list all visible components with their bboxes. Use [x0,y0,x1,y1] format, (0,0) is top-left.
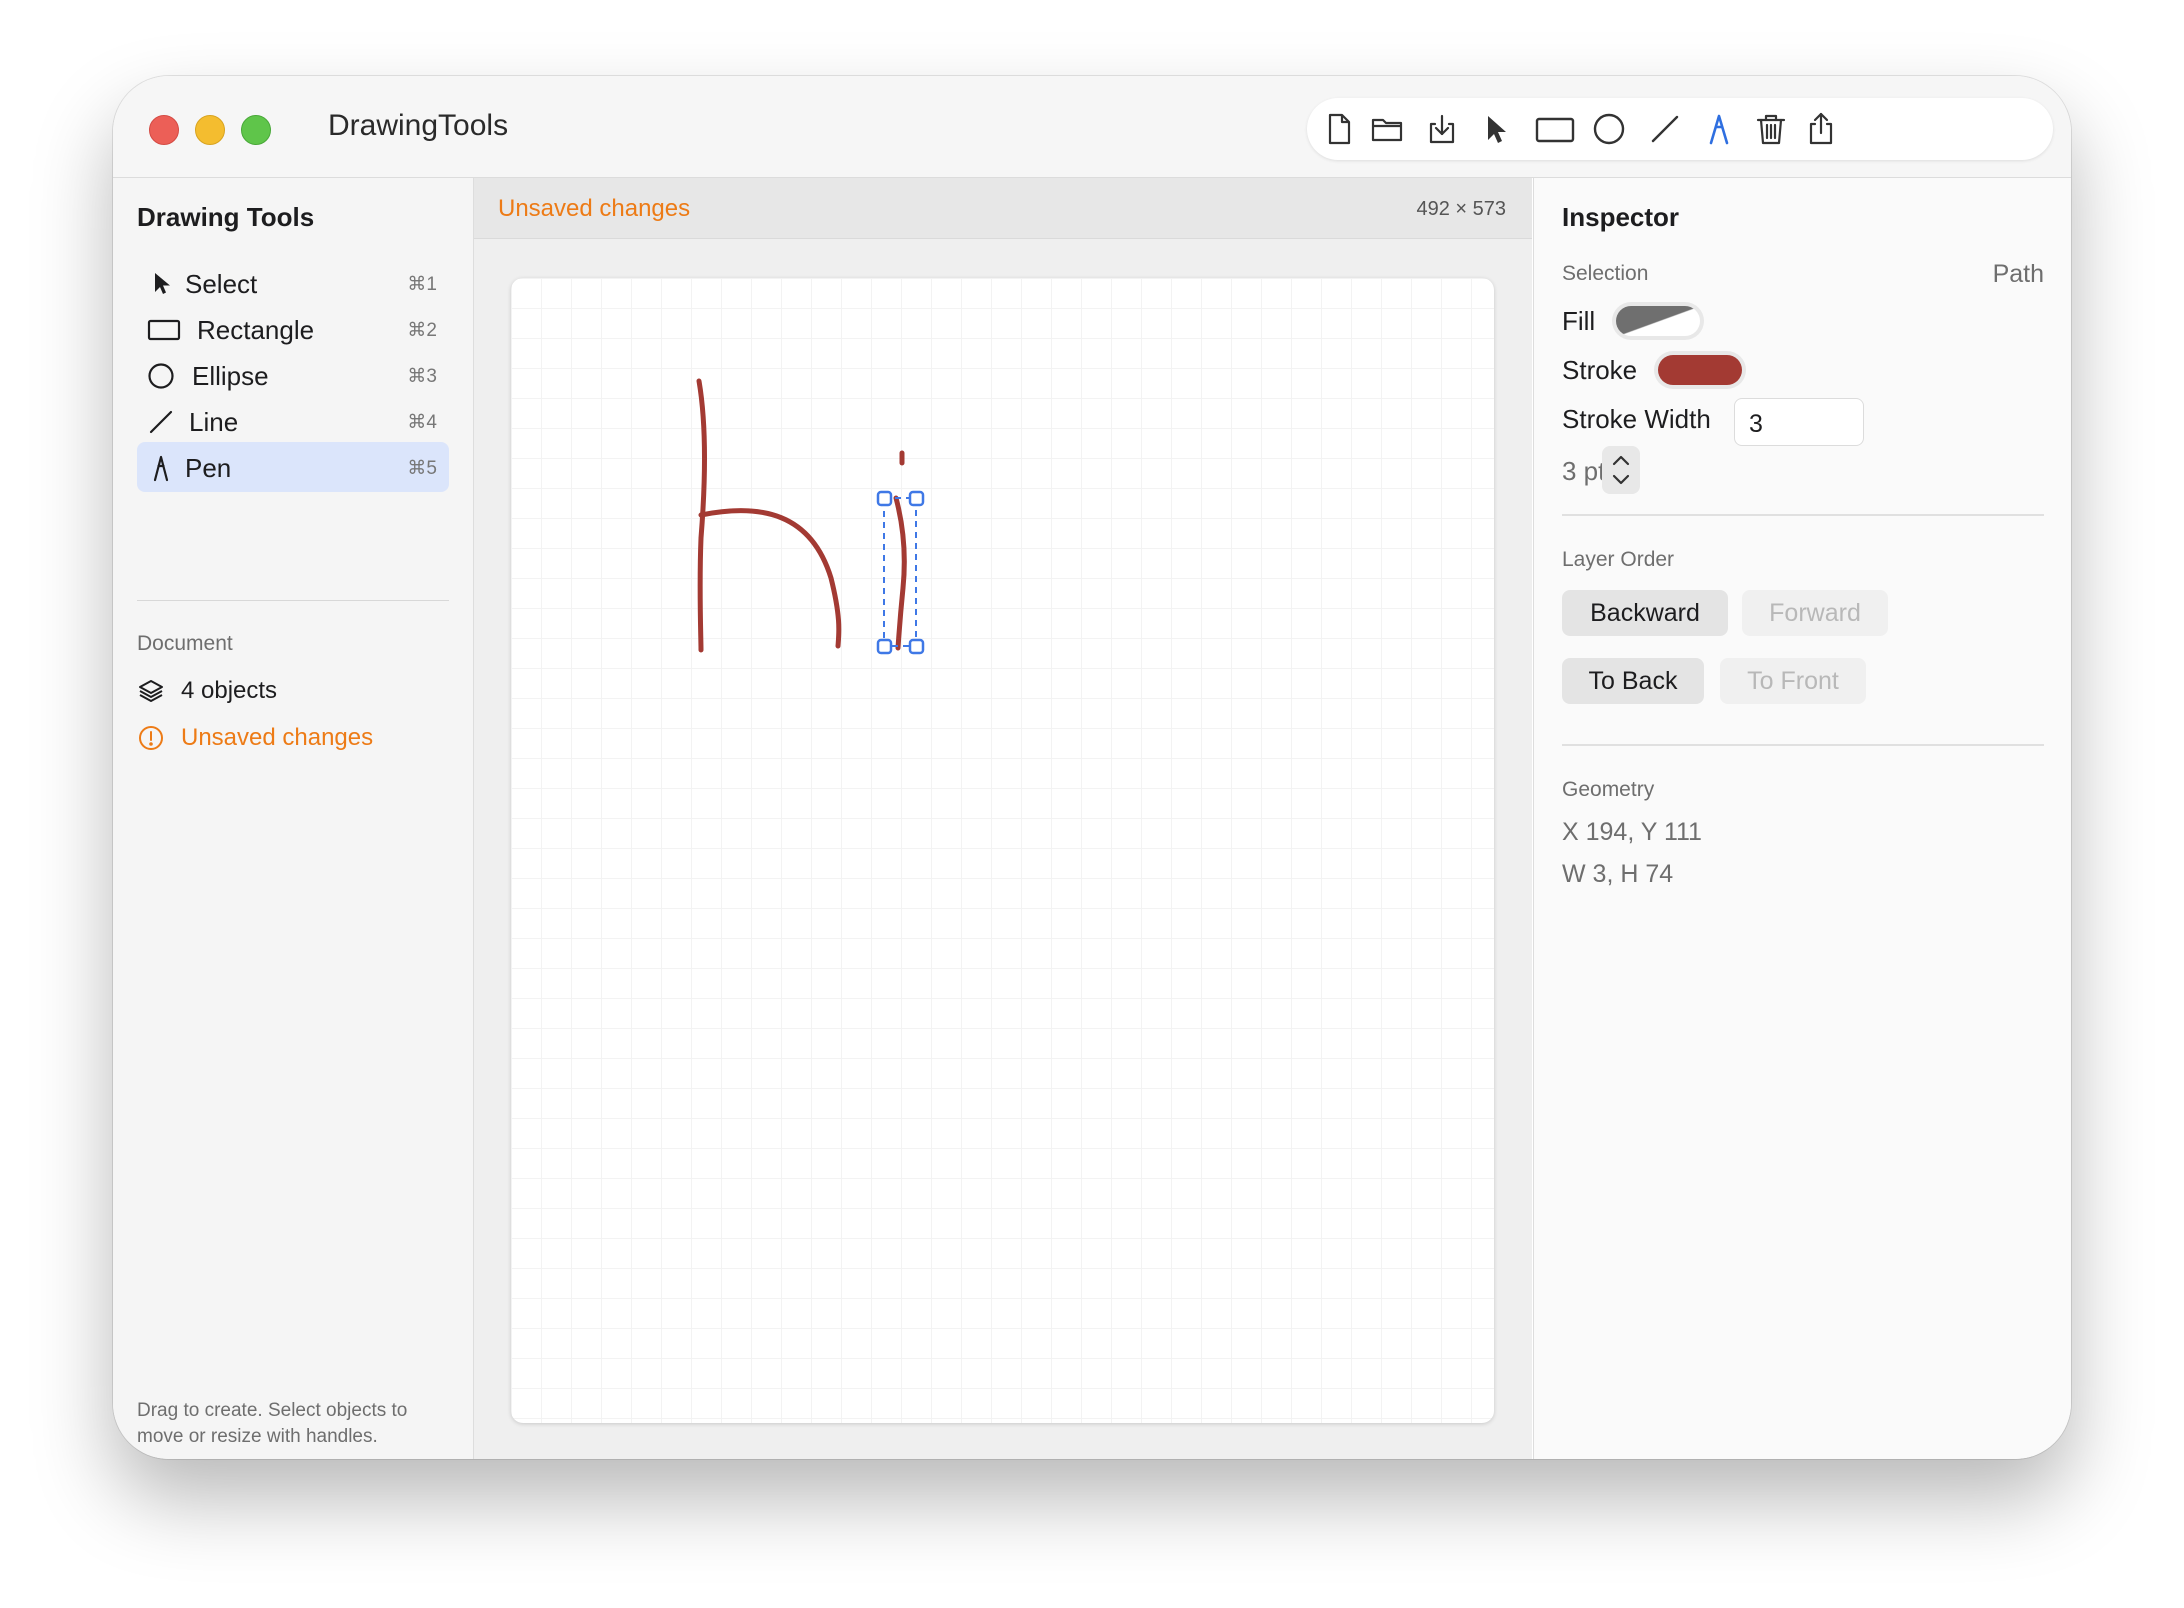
canvas-size: 492 × 573 [1416,198,1506,220]
inspector-divider [1562,744,2044,746]
sidebar-item-line[interactable]: Line ⌘4 [137,396,449,446]
tool-shortcut: ⌘1 [407,274,437,295]
toolbar [1307,98,2053,160]
forward-button[interactable]: Forward [1742,590,1888,636]
ellipse-tool-button[interactable] [1591,111,1627,147]
pen-icon [147,454,175,482]
select-tool-button[interactable] [1477,111,1513,147]
sidebar-item-rectangle[interactable]: Rectangle ⌘2 [137,304,449,354]
canvas-area: Unsaved changes 492 × 573 [474,178,1532,1459]
ellipse-icon [147,362,175,390]
pen-icon [1709,114,1729,145]
line-tool-button[interactable] [1647,111,1683,147]
usage-hint: Drag to create. Select objects to move o… [137,1400,408,1447]
minimize-window-button[interactable] [195,115,225,145]
delete-button[interactable] [1753,111,1789,147]
trash-icon [1756,114,1786,145]
inspector-divider [1562,514,2044,516]
share-icon [1809,112,1833,145]
resize-handle-bottom-right[interactable] [908,638,925,655]
stroke-pt-value: 3 pt [1562,456,1606,486]
geometry-label: Geometry [1562,778,1655,801]
resize-handle-bottom-left[interactable] [876,638,893,655]
geometry-size: W 3, H 74 [1562,860,1674,888]
rectangle-icon [1535,117,1575,143]
fill-color-well[interactable] [1612,302,1704,340]
tool-label: Pen [185,453,232,483]
title-bar: DrawingTools [113,76,2071,178]
sidebar-title: Drawing Tools [137,202,315,232]
save-download-icon [1429,114,1455,144]
line-icon [147,408,175,436]
tool-label: Select [185,269,258,299]
tool-shortcut: ⌘3 [407,366,437,387]
sidebar-item-pen[interactable]: Pen ⌘5 [137,442,449,492]
unsaved-label: Unsaved changes [181,724,374,751]
selection-label: Selection [1562,262,1649,285]
new-document-button[interactable] [1321,111,1357,147]
tool-label: Rectangle [197,315,315,345]
open-folder-icon [1371,118,1403,142]
sidebar: Drawing Tools Select ⌘1 Rectangle ⌘2 Ell… [113,178,474,1459]
stroke-width-field[interactable]: 3 [1734,398,1864,446]
layer-order-label: Layer Order [1562,548,1675,571]
stroke-width-stepper[interactable] [1602,446,1640,494]
canvas-status: Unsaved changes [498,195,691,222]
sidebar-divider [137,600,449,601]
tool-label: Line [189,407,239,437]
objects-count-label: 4 objects [181,677,278,704]
save-button[interactable] [1424,111,1460,147]
pointer-icon [147,270,175,298]
sidebar-item-ellipse[interactable]: Ellipse ⌘3 [137,350,449,400]
stroke-color-well[interactable] [1654,351,1746,389]
resize-handle-top-left[interactable] [876,490,893,507]
stroke-label: Stroke [1562,355,1638,385]
resize-handle-top-right[interactable] [908,490,925,507]
layers-icon [137,677,165,705]
tool-shortcut: ⌘4 [407,412,437,433]
document-section-label: Document [137,632,233,655]
pen-path-h-arch[interactable] [698,508,842,649]
stroke-width-label: Stroke Width [1562,404,1711,434]
stroke-color-swatch [1658,355,1742,385]
tool-shortcut: ⌘2 [407,320,437,341]
open-folder-button[interactable] [1369,111,1405,147]
fill-label: Fill [1562,306,1596,336]
new-document-icon [1328,113,1351,145]
canvas-header: Unsaved changes 492 × 573 [474,178,1532,239]
to-front-button[interactable]: To Front [1720,658,1866,704]
close-window-button[interactable] [149,115,179,145]
fill-none-swatch [1616,306,1700,336]
maximize-window-button[interactable] [241,115,271,145]
rectangle-icon [147,316,181,344]
tool-label: Ellipse [192,361,269,391]
pointer-icon [1488,116,1506,143]
tool-shortcut: ⌘5 [407,458,437,479]
share-button[interactable] [1803,111,1839,147]
selection-value: Path [1992,260,2044,288]
app-window: DrawingTools Drawing Tools Select ⌘1 Rec… [113,76,2071,1459]
pen-tool-button[interactable] [1701,111,1737,147]
geometry-position: X 194, Y 111 [1562,818,1702,846]
ellipse-icon [1593,113,1625,145]
inspector-title: Inspector [1562,202,1680,232]
sidebar-item-select[interactable]: Select ⌘1 [137,258,449,308]
inspector-panel: Inspector Selection Path Fill Stroke Str… [1533,178,2071,1459]
canvas-drawing [696,378,925,655]
app-title: DrawingTools [328,109,509,142]
drawing-canvas[interactable] [511,278,1494,1423]
warning-circle-icon [137,724,165,752]
pen-path-i-stem[interactable] [893,495,907,651]
backward-button[interactable]: Backward [1562,590,1728,636]
to-back-button[interactable]: To Back [1562,658,1704,704]
rectangle-tool-button[interactable] [1533,111,1577,147]
line-icon [1651,115,1679,143]
stepper-chevrons-icon [1612,455,1630,485]
